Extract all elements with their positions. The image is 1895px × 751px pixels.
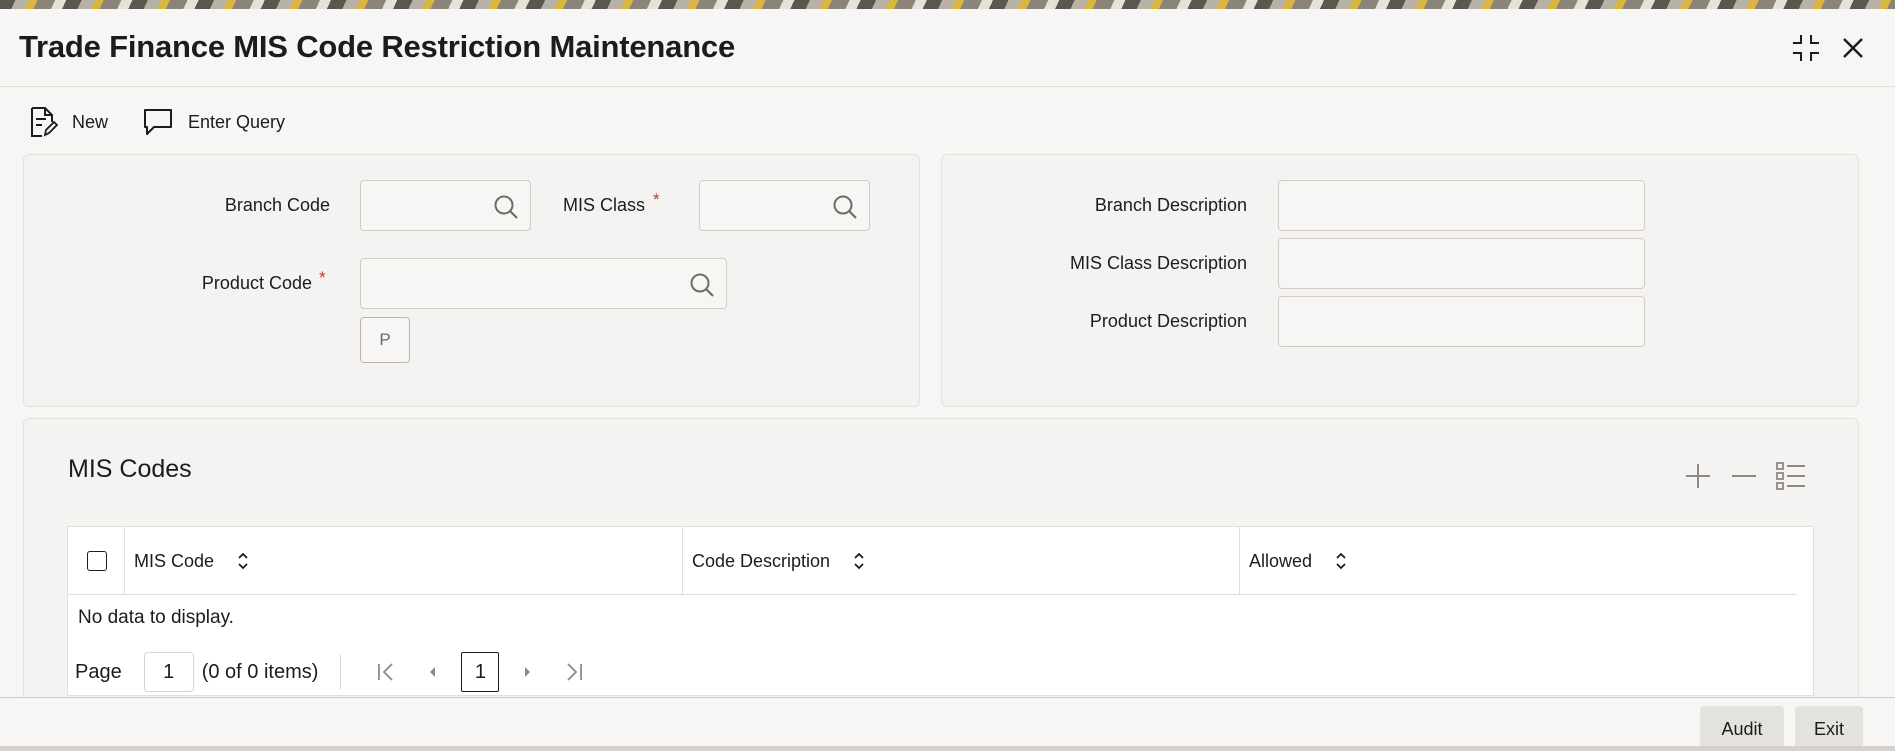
pagination: Page 1 (0 of 0 items) 1 xyxy=(75,651,597,693)
add-row-icon[interactable] xyxy=(1681,459,1715,493)
enter-query-button[interactable]: Enter Query xyxy=(142,107,285,137)
single-view-icon[interactable] xyxy=(1774,459,1808,493)
delete-row-icon[interactable] xyxy=(1727,459,1761,493)
maintenance-window: Trade Finance MIS Code Restriction Maint… xyxy=(0,9,1895,751)
product-code-field[interactable] xyxy=(360,258,727,309)
close-icon xyxy=(1843,38,1863,58)
pager-divider xyxy=(340,655,342,689)
product-description-input[interactable] xyxy=(1279,297,1644,346)
current-page-button[interactable]: 1 xyxy=(461,652,500,692)
maximize-button[interactable] xyxy=(1789,31,1823,65)
product-code-input[interactable] xyxy=(361,259,726,308)
product-description-label: Product Description xyxy=(1089,311,1247,331)
mis-class-field[interactable] xyxy=(699,180,870,231)
select-all-checkbox[interactable] xyxy=(87,551,107,571)
close-button[interactable] xyxy=(1836,31,1870,65)
required-marker: * xyxy=(653,190,660,209)
mis-class-label: MIS Class xyxy=(562,195,645,215)
column-header-code-description[interactable]: Code Description xyxy=(682,527,866,595)
column-header-allowed[interactable]: Allowed xyxy=(1239,527,1348,595)
branch-code-field[interactable] xyxy=(360,180,531,231)
search-icon[interactable] xyxy=(831,193,859,221)
mis-codes-table: MIS Code Code Description Allowed No dat… xyxy=(67,526,1814,696)
decorative-banner-strip xyxy=(0,0,1895,9)
grid-title: MIS Codes xyxy=(68,455,192,483)
product-code-label: Product Code xyxy=(201,273,312,293)
maximize-icon xyxy=(1793,35,1819,61)
bottom-border xyxy=(0,746,1895,751)
footer-bar: Audit Exit xyxy=(0,697,1895,751)
first-page-icon[interactable] xyxy=(374,660,398,684)
page-title: Trade Finance MIS Code Restriction Maint… xyxy=(19,29,736,64)
product-description-field[interactable] xyxy=(1278,296,1645,347)
column-header-mis-code[interactable]: MIS Code xyxy=(124,527,250,595)
new-document-icon xyxy=(31,107,58,137)
chat-bubble-icon xyxy=(144,109,173,135)
mis-class-description-input[interactable] xyxy=(1279,239,1644,288)
required-marker: * xyxy=(319,268,326,287)
previous-page-icon[interactable] xyxy=(420,660,444,684)
enter-query-label: Enter Query xyxy=(188,111,286,132)
sort-icon[interactable] xyxy=(236,550,250,572)
column-header-label: Allowed xyxy=(1249,550,1313,571)
branch-description-field[interactable] xyxy=(1278,180,1645,231)
branch-description-input[interactable] xyxy=(1279,181,1644,230)
mis-class-description-field[interactable] xyxy=(1278,238,1645,289)
empty-table-message: No data to display. xyxy=(78,607,234,628)
branch-description-label: Branch Description xyxy=(1094,195,1247,215)
title-bar: Trade Finance MIS Code Restriction Maint… xyxy=(0,9,1895,87)
new-button[interactable]: New xyxy=(28,106,108,138)
toolbar: New Enter Query xyxy=(28,102,319,142)
table-header: MIS Code Code Description Allowed xyxy=(68,527,1797,595)
column-header-label: MIS Code xyxy=(134,550,215,571)
audit-button[interactable]: Audit xyxy=(1700,706,1784,751)
column-header-label: Code Description xyxy=(692,550,831,571)
page-number-input[interactable]: 1 xyxy=(143,652,194,692)
next-page-icon[interactable] xyxy=(516,660,540,684)
p-button[interactable]: P xyxy=(360,317,410,363)
sort-icon[interactable] xyxy=(1334,550,1348,572)
branch-code-label: Branch Code xyxy=(224,195,330,215)
new-label: New xyxy=(72,111,109,132)
page-label: Page xyxy=(75,660,122,683)
search-icon[interactable] xyxy=(688,271,716,299)
items-count: (0 of 0 items) xyxy=(201,660,319,683)
last-page-icon[interactable] xyxy=(562,660,586,684)
exit-button[interactable]: Exit xyxy=(1795,706,1863,751)
search-icon[interactable] xyxy=(492,193,520,221)
sort-icon[interactable] xyxy=(852,550,866,572)
mis-class-description-label: MIS Class Description xyxy=(1069,253,1247,273)
